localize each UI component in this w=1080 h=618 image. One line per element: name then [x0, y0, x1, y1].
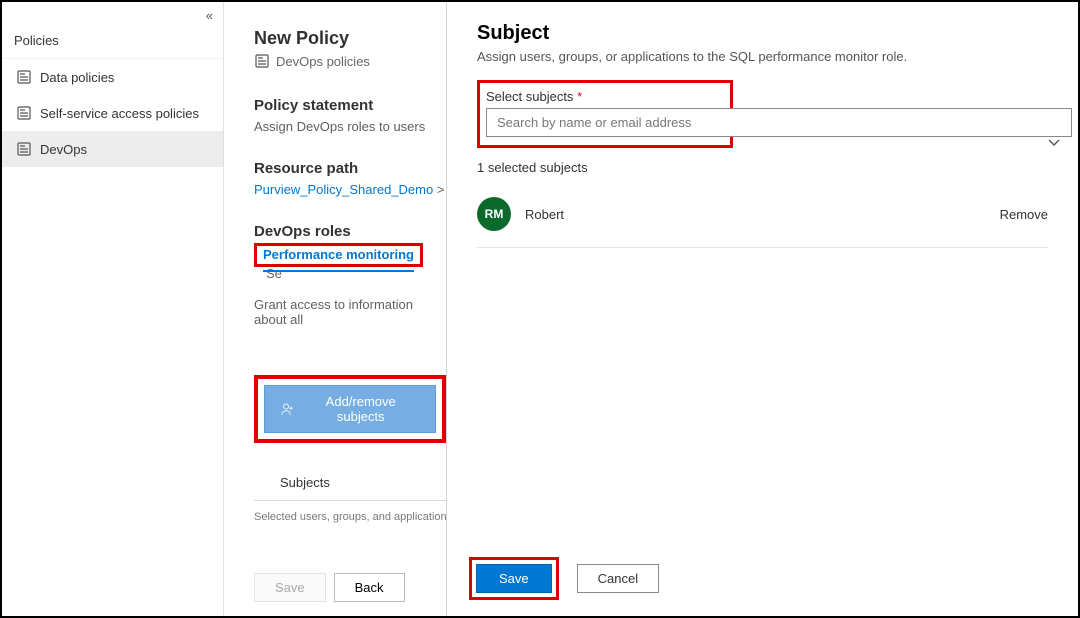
save-policy-button[interactable]: Save: [254, 573, 326, 602]
sidebar-item-label: DevOps: [40, 142, 87, 157]
add-remove-subjects-button[interactable]: Add/remove subjects: [264, 385, 436, 433]
page-title: New Policy: [254, 28, 446, 49]
policy-icon: [16, 141, 32, 157]
policy-icon: [254, 53, 270, 69]
sidebar-item-self-service[interactable]: Self-service access policies: [2, 95, 223, 131]
resource-path-root[interactable]: Purview_Policy_Shared_Demo: [254, 182, 433, 197]
policy-statement-title: Policy statement: [254, 97, 446, 114]
policy-statement-desc: Assign DevOps roles to users: [254, 119, 446, 134]
roles-tabs: Performance monitoring Se: [254, 241, 446, 283]
add-remove-label: Add/remove subjects: [302, 394, 419, 424]
cancel-button[interactable]: Cancel: [577, 564, 659, 593]
collapse-icon[interactable]: «: [2, 8, 223, 27]
resource-path: Purview_Policy_Shared_Demo > rele: [254, 182, 446, 197]
subject-title: Subject: [477, 22, 1048, 45]
sidebar-item-devops[interactable]: DevOps: [2, 131, 223, 167]
devops-roles-title: DevOps roles: [254, 223, 446, 240]
tab-performance-monitoring[interactable]: Performance monitoring: [263, 241, 414, 272]
highlight-save: Save: [469, 557, 559, 600]
subject-desc: Assign users, groups, or applications to…: [477, 49, 1048, 64]
roles-desc: Grant access to information about all: [254, 297, 446, 327]
avatar: RM: [477, 197, 511, 231]
subject-footer: Save Cancel: [469, 557, 659, 600]
policy-icon: [16, 69, 32, 85]
subject-panel: Subject Assign users, groups, or applica…: [446, 2, 1078, 616]
app-root: « Policies Data policies Self-service ac…: [0, 0, 1080, 618]
search-input[interactable]: [486, 108, 1072, 137]
sidebar-item-label: Data policies: [40, 70, 114, 85]
save-subject-button[interactable]: Save: [476, 564, 552, 593]
highlight-add-remove: Add/remove subjects: [254, 375, 446, 443]
subject-name: Robert: [525, 207, 1000, 222]
back-button[interactable]: Back: [334, 573, 405, 602]
sidebar-item-data-policies[interactable]: Data policies: [2, 59, 223, 95]
policy-pane: New Policy DevOps policies Policy statem…: [224, 2, 446, 616]
policy-icon: [16, 105, 32, 121]
select-subjects-label: Select subjects *: [486, 89, 724, 104]
selected-count: 1 selected subjects: [477, 160, 1048, 175]
subject-row: RM Robert Remove: [477, 187, 1048, 248]
person-icon: [281, 402, 294, 416]
highlight-performance-tab: Performance monitoring: [254, 243, 423, 267]
highlight-select-subjects: Select subjects *: [477, 80, 733, 148]
page-subtitle: DevOps policies: [276, 54, 370, 69]
sidebar-item-label: Self-service access policies: [40, 106, 199, 121]
sidebar: « Policies Data policies Self-service ac…: [2, 2, 224, 616]
sidebar-title: Policies: [2, 27, 223, 59]
subjects-note: Selected users, groups, and applications…: [254, 511, 446, 523]
resource-path-title: Resource path: [254, 160, 446, 177]
remove-subject-button[interactable]: Remove: [1000, 207, 1048, 222]
policy-footer: Save Back: [224, 573, 446, 602]
subjects-header: Subjects: [254, 465, 446, 501]
resource-path-sep: >: [433, 182, 446, 197]
